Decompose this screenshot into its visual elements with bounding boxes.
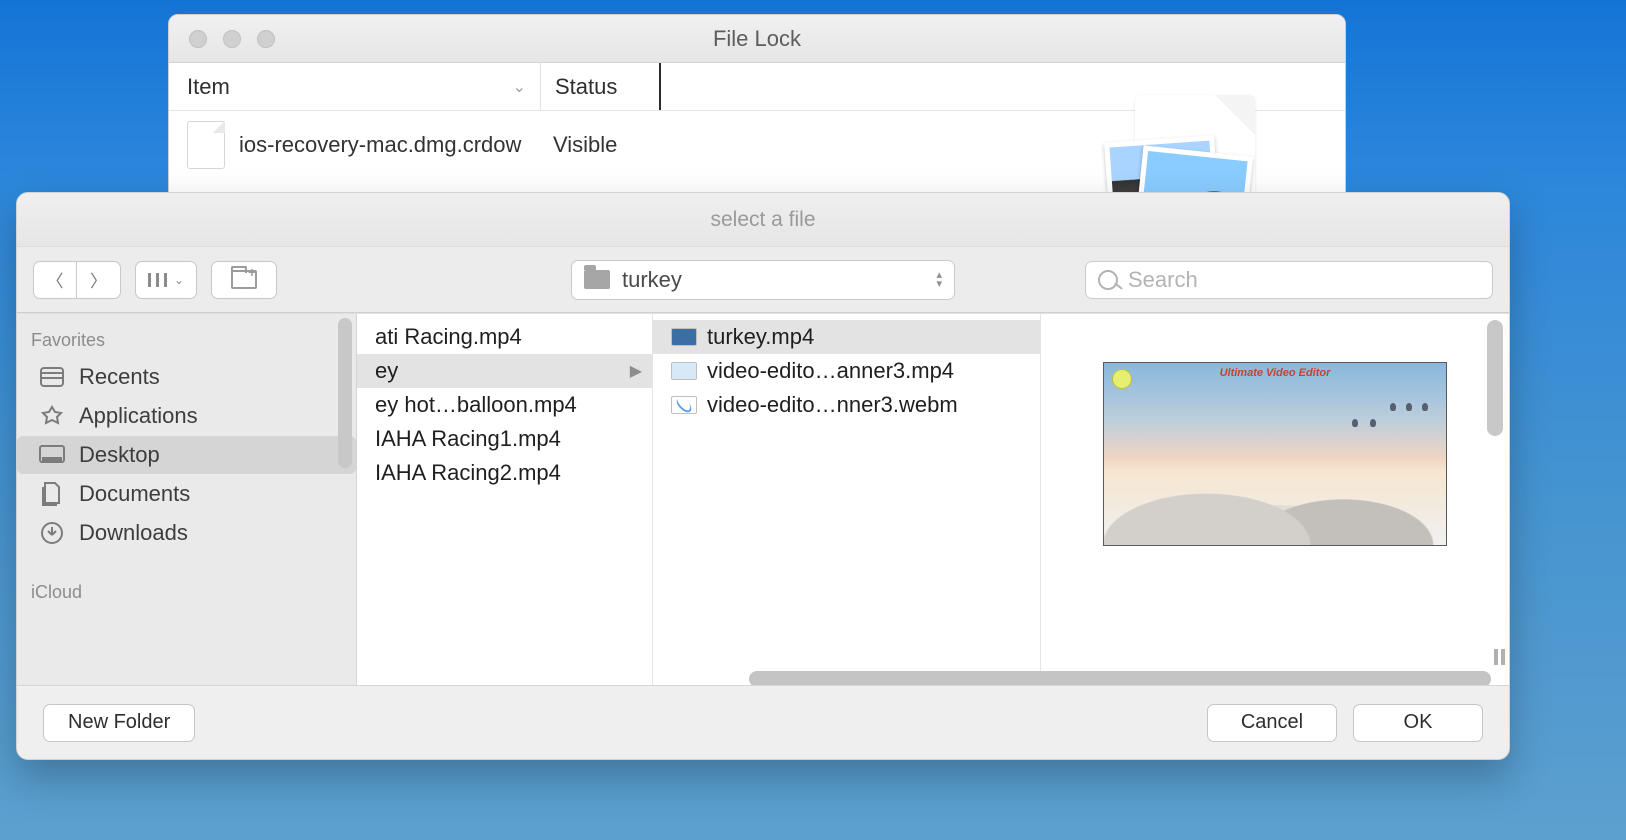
- list-item-label: IAHA Racing1.mp4: [375, 426, 561, 452]
- file-name: ios-recovery-mac.dmg.crdow: [239, 132, 539, 158]
- sheet-title: select a file: [17, 193, 1509, 247]
- folder-icon: [584, 270, 610, 289]
- preview-pane: Ultimate Video Editor: [1041, 314, 1509, 685]
- list-item[interactable]: IAHA Racing2.mp4: [357, 456, 652, 490]
- list-item-label: video-edito…nner3.webm: [707, 392, 958, 418]
- list-item[interactable]: video-edito…anner3.mp4: [653, 354, 1040, 388]
- applications-icon: [39, 405, 65, 427]
- sidebar-scrollbar[interactable]: [338, 318, 352, 468]
- list-item[interactable]: video-edito…nner3.webm: [653, 388, 1040, 422]
- list-item-label: turkey.mp4: [707, 324, 814, 350]
- chevron-down-icon: ⌄: [174, 273, 184, 287]
- stepper-icon: ▴▾: [936, 271, 942, 289]
- button-label: OK: [1404, 711, 1433, 734]
- resize-handle-icon[interactable]: [1494, 649, 1505, 665]
- action-button[interactable]: [211, 261, 277, 299]
- sidebar-item-documents[interactable]: Documents: [17, 475, 356, 513]
- sidebar-item-recents[interactable]: Recents: [17, 358, 356, 396]
- list-item-label: ey: [375, 358, 398, 384]
- preview-thumbnail: Ultimate Video Editor: [1103, 362, 1447, 546]
- chevron-right-icon: 〉: [90, 267, 107, 292]
- list-item[interactable]: turkey.mp4: [653, 320, 1040, 354]
- list-item-label: video-edito…anner3.mp4: [707, 358, 954, 384]
- view-mode-button[interactable]: ⌄: [135, 261, 197, 299]
- search-icon: [1098, 270, 1118, 290]
- list-item-label: ati Racing.mp4: [375, 324, 522, 350]
- button-label: Cancel: [1241, 711, 1303, 734]
- sidebar-group-head-favorites: Favorites: [17, 322, 356, 357]
- sidebar-item-downloads[interactable]: Downloads: [17, 514, 356, 552]
- downloads-icon: [39, 522, 65, 544]
- sidebar-item-label: Recents: [79, 364, 160, 390]
- sidebar-group-head-icloud: iCloud: [17, 574, 356, 609]
- sidebar-item-applications[interactable]: Applications: [17, 397, 356, 435]
- chevron-left-icon: 〈: [47, 267, 64, 292]
- sidebar-item-label: Desktop: [79, 442, 160, 468]
- horizontal-scrollbar[interactable]: [389, 663, 1491, 679]
- list-item[interactable]: IAHA Racing1.mp4: [357, 422, 652, 456]
- close-window-icon[interactable]: [189, 30, 207, 48]
- window-title: File Lock: [169, 26, 1345, 52]
- new-folder-button[interactable]: New Folder: [43, 704, 195, 742]
- column-header-item-label: Item: [187, 74, 230, 100]
- sheet-footer: New Folder Cancel OK: [17, 685, 1509, 759]
- list-item[interactable]: ey ▶: [357, 354, 652, 388]
- file-icon: [187, 121, 225, 169]
- webm-file-icon: [671, 396, 697, 414]
- preview-overlay-text: Ultimate Video Editor: [1104, 367, 1446, 379]
- column-2: turkey.mp4 video-edito…anner3.mp4 video-…: [653, 314, 1041, 685]
- toolbar: 〈 〉 ⌄ turkey ▴▾ Search: [17, 247, 1509, 313]
- sidebar-item-label: Downloads: [79, 520, 188, 546]
- chevron-right-icon: ▶: [630, 361, 642, 381]
- ok-button[interactable]: OK: [1353, 704, 1483, 742]
- search-placeholder: Search: [1128, 267, 1198, 293]
- list-item[interactable]: ati Racing.mp4: [357, 320, 652, 354]
- recents-icon: [39, 366, 65, 388]
- list-item-label: ey hot…balloon.mp4: [375, 392, 577, 418]
- button-label: New Folder: [68, 711, 170, 734]
- traffic-lights: [189, 30, 275, 48]
- pane-scrollbar[interactable]: [1487, 320, 1503, 436]
- list-item-label: IAHA Racing2.mp4: [375, 460, 561, 486]
- sidebar-item-label: Documents: [79, 481, 190, 507]
- back-button[interactable]: 〈: [33, 261, 77, 299]
- path-popup[interactable]: turkey ▴▾: [571, 260, 955, 300]
- search-input[interactable]: Search: [1085, 261, 1493, 299]
- new-folder-icon: [231, 270, 257, 289]
- video-thumb-icon: [671, 328, 697, 346]
- columns-view-icon: [148, 273, 168, 287]
- zoom-window-icon[interactable]: [257, 30, 275, 48]
- column-1: ati Racing.mp4 ey ▶ ey hot…balloon.mp4 I…: [357, 314, 653, 685]
- sort-chevron-icon: ⌄: [513, 77, 526, 97]
- sidebar-item-desktop[interactable]: Desktop: [17, 436, 356, 474]
- video-thumb-icon: [671, 362, 697, 380]
- list-item[interactable]: ey hot…balloon.mp4: [357, 388, 652, 422]
- minimize-window-icon[interactable]: [223, 30, 241, 48]
- browser-body: Favorites Recents Applications Desktop: [17, 313, 1509, 685]
- column-header-item[interactable]: Item ⌄: [169, 63, 541, 110]
- cancel-button[interactable]: Cancel: [1207, 704, 1337, 742]
- sidebar: Favorites Recents Applications Desktop: [17, 314, 357, 685]
- path-label: turkey: [622, 267, 682, 293]
- nav-back-forward: 〈 〉: [33, 261, 121, 299]
- window-titlebar: File Lock: [169, 15, 1345, 63]
- file-status: Visible: [539, 132, 659, 158]
- documents-icon: [39, 483, 65, 505]
- sidebar-item-label: Applications: [79, 403, 198, 429]
- column-header-status-label: Status: [555, 74, 617, 100]
- column-header-status[interactable]: Status: [541, 63, 661, 110]
- forward-button[interactable]: 〉: [77, 261, 121, 299]
- file-picker-sheet: select a file 〈 〉 ⌄ turkey ▴▾ Search Fav…: [16, 192, 1510, 760]
- desktop-icon: [39, 444, 65, 466]
